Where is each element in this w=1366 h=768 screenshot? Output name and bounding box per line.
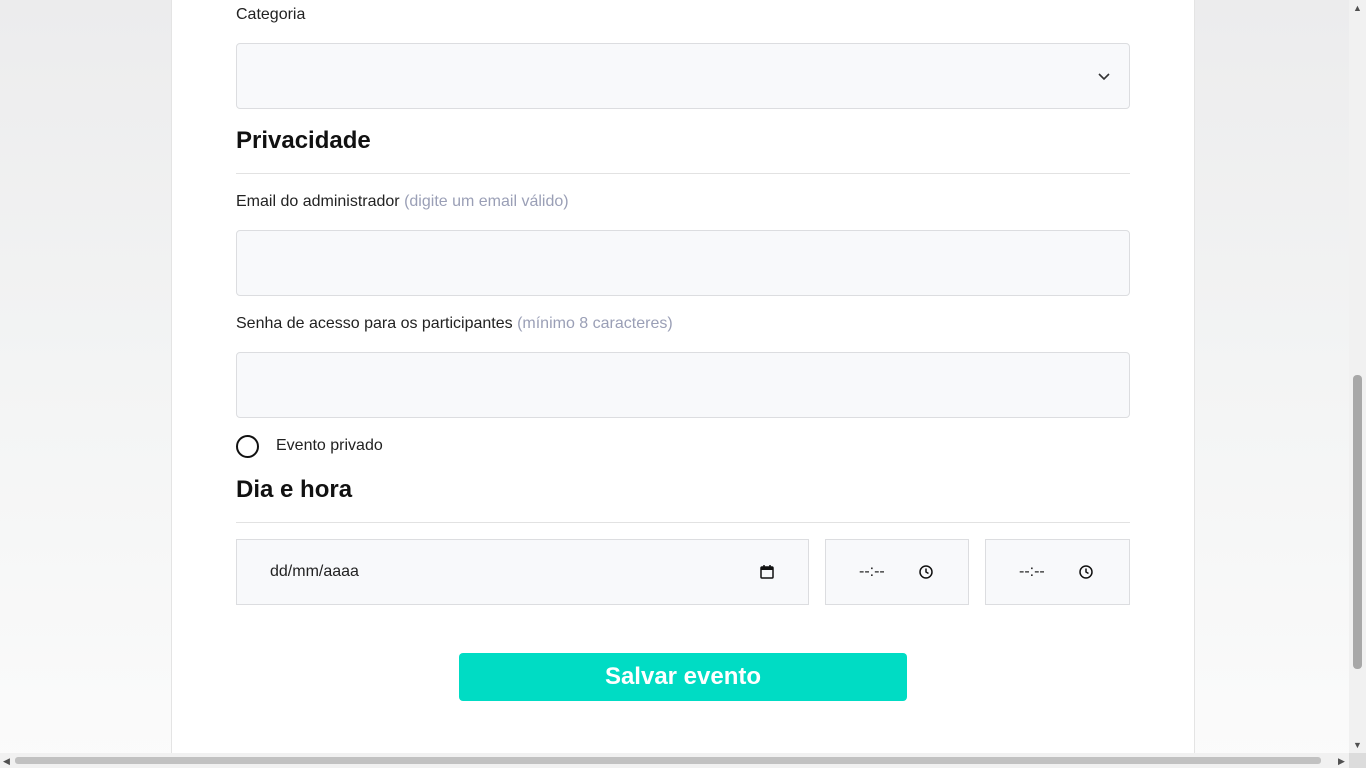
category-select[interactable] — [236, 43, 1130, 109]
horizontal-scroll-thumb[interactable] — [15, 757, 1321, 764]
vertical-scroll-thumb[interactable] — [1353, 375, 1362, 669]
start-time-input[interactable]: --:-- — [825, 539, 969, 605]
vertical-scrollbar[interactable]: ▲ ▼ — [1349, 0, 1366, 753]
date-placeholder: dd/mm/aaaa — [270, 563, 359, 580]
scroll-down-icon[interactable]: ▼ — [1353, 740, 1362, 750]
end-time-placeholder: --:-- — [1019, 563, 1045, 580]
end-time-input[interactable]: --:-- — [985, 539, 1130, 605]
clock-icon[interactable] — [1078, 564, 1094, 580]
private-event-label[interactable]: Evento privado — [276, 437, 383, 455]
scrollbar-corner — [1349, 753, 1366, 768]
start-time-placeholder: --:-- — [859, 563, 885, 580]
password-label-text: Senha de acesso para os participantes — [236, 315, 513, 332]
password-label: Senha de acesso para os participantes (m… — [236, 315, 673, 333]
datetime-section-title: Dia e hora — [236, 476, 353, 503]
scroll-right-icon[interactable]: ▶ — [1338, 756, 1345, 766]
privacy-divider — [236, 173, 1130, 174]
calendar-icon[interactable] — [759, 564, 775, 580]
privacy-section-title: Privacidade — [236, 127, 371, 154]
horizontal-scrollbar[interactable]: ◀ ▶ — [0, 753, 1349, 768]
scroll-up-icon[interactable]: ▲ — [1353, 3, 1362, 13]
category-label: Categoria — [236, 6, 306, 23]
password-hint: (mínimo 8 caracteres) — [517, 315, 673, 332]
datetime-divider — [236, 522, 1130, 523]
admin-email-label-text: Email do administrador — [236, 193, 400, 210]
save-event-button[interactable]: Salvar evento — [459, 653, 907, 701]
admin-email-label: Email do administrador (digite um email … — [236, 193, 569, 211]
private-event-radio[interactable] — [236, 435, 259, 458]
clock-icon[interactable] — [918, 564, 934, 580]
admin-email-input[interactable] — [236, 230, 1130, 296]
date-input[interactable]: dd/mm/aaaa — [236, 539, 809, 605]
chevron-down-icon — [1098, 73, 1110, 81]
password-input[interactable] — [236, 352, 1130, 418]
scroll-left-icon[interactable]: ◀ — [3, 756, 10, 766]
admin-email-hint: (digite um email válido) — [404, 193, 569, 210]
